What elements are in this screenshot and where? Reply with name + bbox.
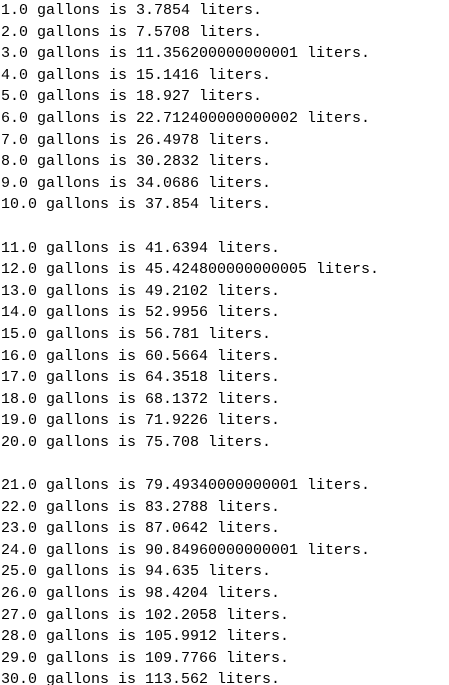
output-line: 23.0 gallons is 87.0642 liters. xyxy=(1,520,281,538)
output-line: 15.0 gallons is 56.781 liters. xyxy=(1,325,272,343)
output-line: 28.0 gallons is 105.9912 liters. xyxy=(1,628,290,646)
output-line: 22.0 gallons is 83.2788 liters. xyxy=(1,498,281,516)
console-output: 1.0 gallons is 3.7854 liters. 2.0 gallon… xyxy=(1,0,449,685)
output-line: 17.0 gallons is 64.3518 liters. xyxy=(1,369,281,387)
output-line: 25.0 gallons is 94.635 liters. xyxy=(1,563,272,581)
output-line: 27.0 gallons is 102.2058 liters. xyxy=(1,606,290,624)
output-block-2: 11.0 gallons is 41.6394 liters. 12.0 gal… xyxy=(1,238,449,454)
output-line: 5.0 gallons is 18.927 liters. xyxy=(1,88,263,106)
output-block-3: 21.0 gallons is 79.49340000000001 liters… xyxy=(1,475,449,685)
output-line: 13.0 gallons is 49.2102 liters. xyxy=(1,282,281,300)
output-line: 14.0 gallons is 52.9956 liters. xyxy=(1,304,281,322)
output-line: 9.0 gallons is 34.0686 liters. xyxy=(1,174,272,192)
output-line: 2.0 gallons is 7.5708 liters. xyxy=(1,23,263,41)
output-line: 16.0 gallons is 60.5664 liters. xyxy=(1,347,281,365)
output-block-1: 1.0 gallons is 3.7854 liters. 2.0 gallon… xyxy=(1,0,449,216)
output-line: 1.0 gallons is 3.7854 liters. xyxy=(1,2,263,19)
output-line: 26.0 gallons is 98.4204 liters. xyxy=(1,585,281,603)
output-line: 29.0 gallons is 109.7766 liters. xyxy=(1,649,290,667)
output-line: 24.0 gallons is 90.84960000000001 liters… xyxy=(1,541,371,559)
output-line: 12.0 gallons is 45.424800000000005 liter… xyxy=(1,261,380,279)
output-line: 6.0 gallons is 22.712400000000002 liters… xyxy=(1,109,371,127)
output-line: 4.0 gallons is 15.1416 liters. xyxy=(1,66,272,84)
output-line: 10.0 gallons is 37.854 liters. xyxy=(1,196,272,214)
output-line: 21.0 gallons is 79.49340000000001 liters… xyxy=(1,477,371,495)
output-line: 20.0 gallons is 75.708 liters. xyxy=(1,433,272,451)
output-line: 30.0 gallons is 113.562 liters. xyxy=(1,671,281,685)
output-line: 7.0 gallons is 26.4978 liters. xyxy=(1,131,272,149)
output-line: 11.0 gallons is 41.6394 liters. xyxy=(1,239,281,257)
output-line: 18.0 gallons is 68.1372 liters. xyxy=(1,390,281,408)
output-line: 19.0 gallons is 71.9226 liters. xyxy=(1,412,281,430)
output-line: 8.0 gallons is 30.2832 liters. xyxy=(1,153,272,171)
output-line: 3.0 gallons is 11.356200000000001 liters… xyxy=(1,45,371,63)
